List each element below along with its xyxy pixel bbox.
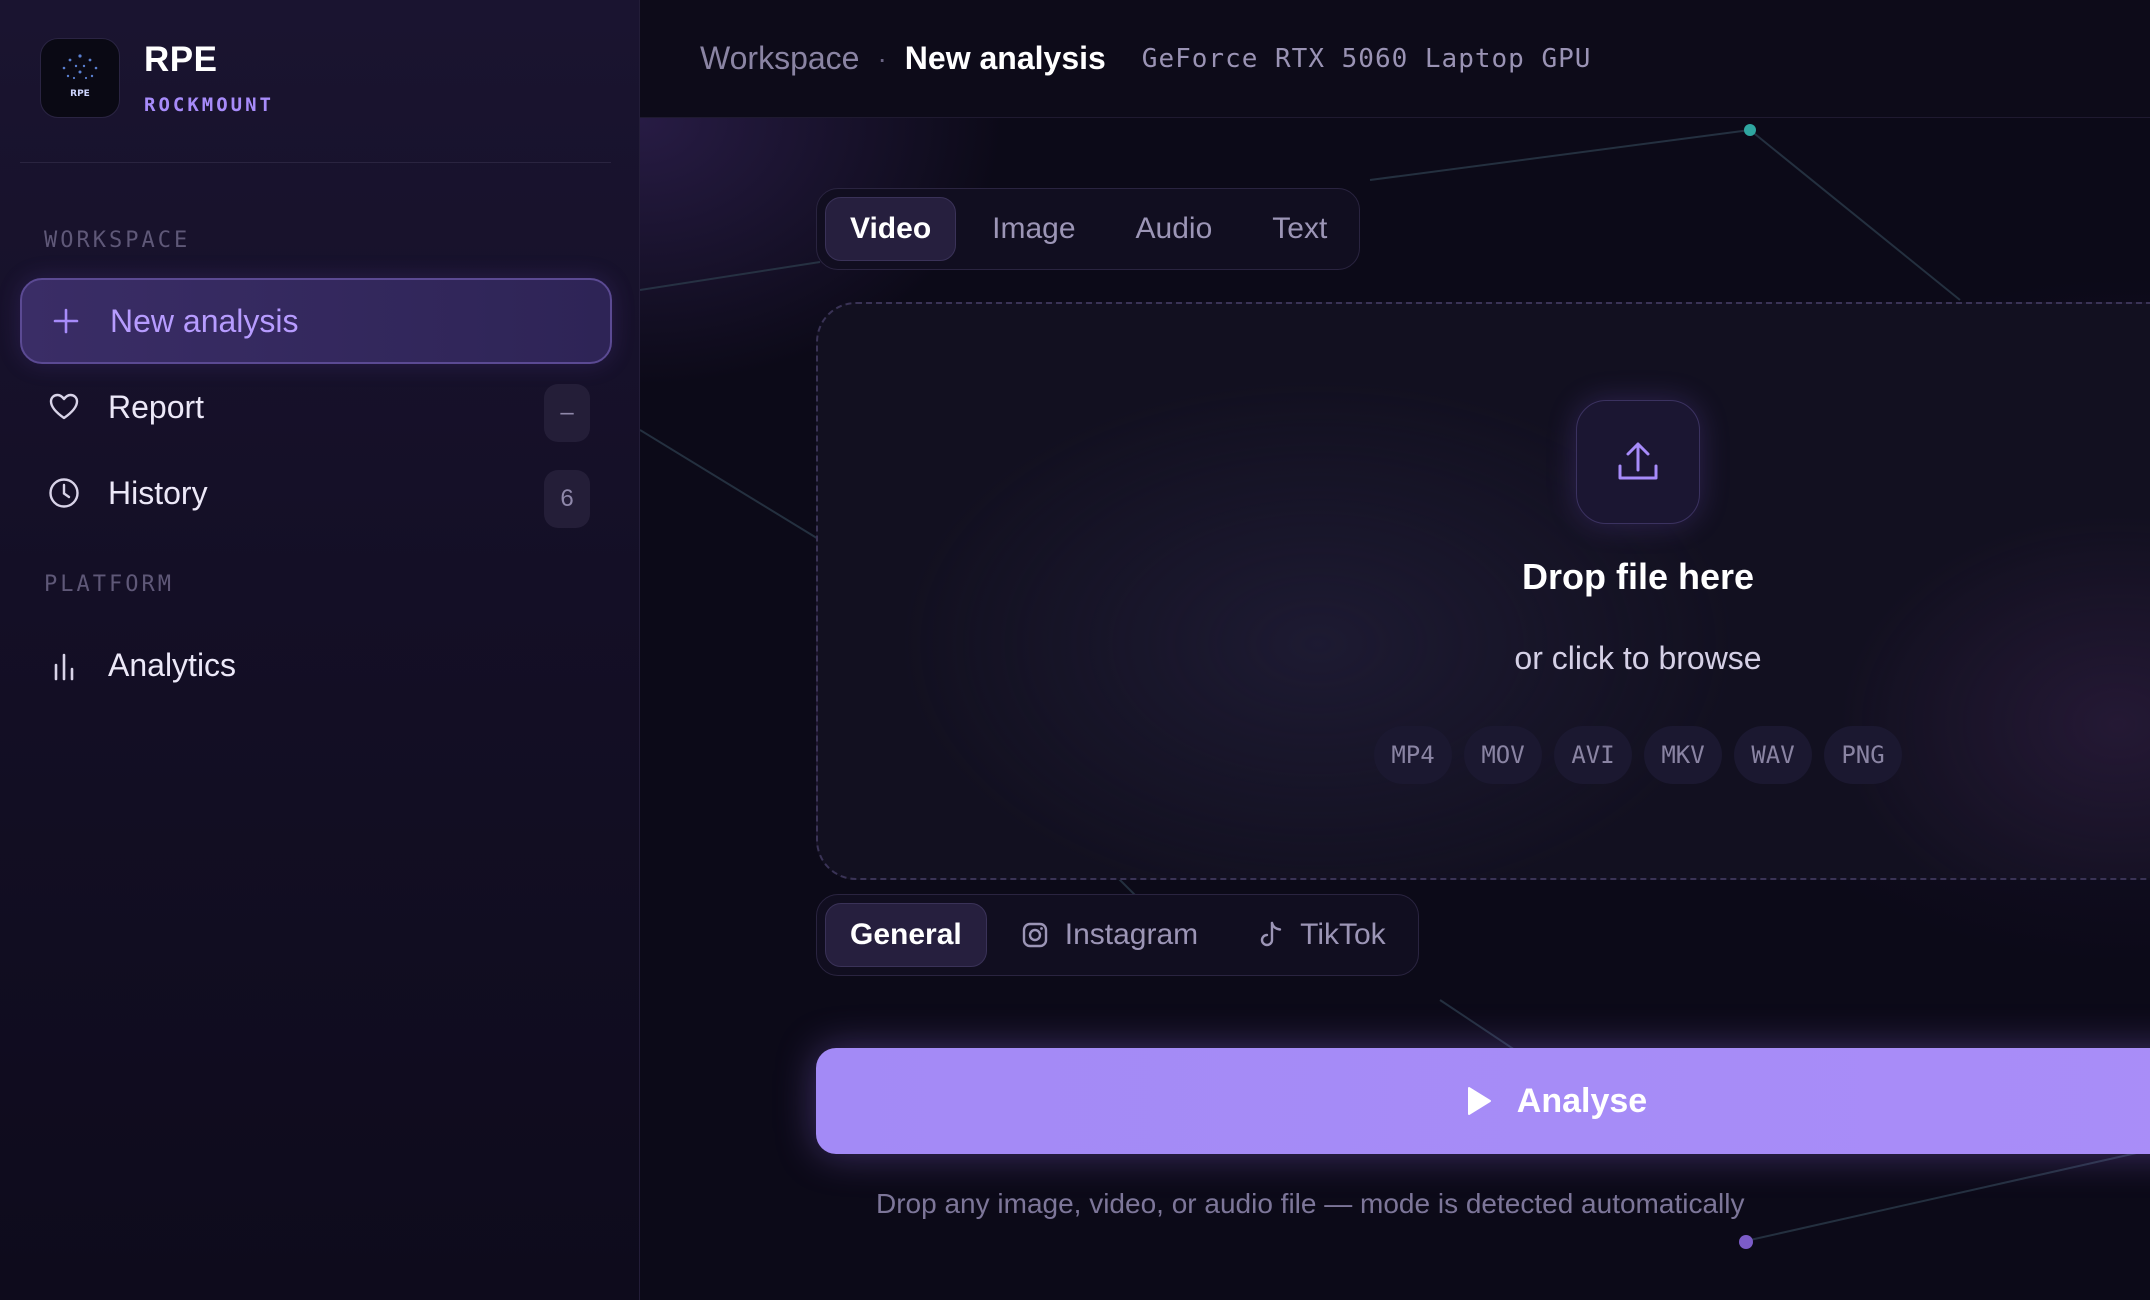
gpu-label: GeForce RTX 5060 Laptop GPU [1141, 43, 1592, 74]
format-badge: PNG [1824, 726, 1902, 784]
format-badge: MOV [1464, 726, 1542, 784]
platform-tabs: General Instagram TikTok [816, 894, 1419, 976]
sidebar-item-analytics[interactable]: Analytics [20, 622, 612, 708]
breadcrumb-workspace[interactable]: Workspace [700, 40, 859, 77]
dropzone-title: Drop file here [1521, 556, 1755, 597]
topbar: Workspace · New analysis GeForce RTX 506… [640, 0, 2150, 118]
tab-image[interactable]: Image [968, 197, 1099, 261]
hint-text: Drop any image, video, or audio file — m… [876, 1188, 1745, 1219]
sidebar-divider [20, 162, 611, 163]
upload-button[interactable] [1576, 400, 1700, 524]
instagram-icon [1021, 921, 1049, 949]
tab-instagram-label: Instagram [1064, 918, 1199, 951]
format-badge: WAV [1734, 726, 1812, 784]
format-badge: AVI [1554, 726, 1632, 784]
mode-tabs: Video Image Audio Text [816, 188, 1361, 270]
sidebar-item-history[interactable]: History 6 [20, 450, 612, 536]
history-badge: 6 [544, 470, 590, 528]
logo-text: RPE [70, 89, 90, 99]
tab-video[interactable]: Video [825, 197, 957, 261]
format-badge: MP4 [1374, 726, 1452, 784]
network-node [1739, 1235, 1753, 1249]
play-icon [1467, 1087, 1491, 1115]
format-list: MP4 MOV AVI MKV WAV PNG [818, 726, 2150, 784]
tab-general[interactable]: General [825, 903, 987, 967]
logo: RPE [40, 38, 120, 118]
heart-icon [46, 389, 82, 425]
sidebar: RPE RPE ROCKMOUNT WORKSPACE New analysis… [0, 0, 640, 1300]
tab-audio[interactable]: Audio [1112, 197, 1237, 261]
sidebar-item-label: Analytics [108, 646, 237, 683]
tab-tiktok[interactable]: TikTok [1232, 903, 1410, 967]
network-node [1744, 124, 1756, 136]
section-label-workspace: WORKSPACE [44, 228, 191, 253]
brand-subtitle: ROCKMOUNT [144, 94, 274, 116]
breadcrumb-separator: · [877, 42, 887, 74]
analyse-button[interactable]: Analyse [816, 1048, 2150, 1154]
section-label-platform: PLATFORM [44, 572, 174, 597]
sidebar-item-label: Report [108, 388, 205, 425]
upload-icon [1618, 442, 1658, 480]
sidebar-item-report[interactable]: Report – [20, 364, 612, 450]
brand-name: RPE [144, 40, 218, 79]
bar-chart-icon [46, 647, 82, 683]
clock-icon [46, 475, 82, 511]
sidebar-item-new-analysis[interactable]: New analysis [20, 278, 612, 364]
brand[interactable]: RPE RPE ROCKMOUNT [40, 38, 274, 118]
tab-tiktok-label: TikTok [1300, 918, 1386, 951]
tiktok-icon [1256, 920, 1284, 950]
analyse-button-label: Analyse [1516, 1081, 1648, 1120]
main-panel: Workspace · New analysis GeForce RTX 506… [640, 0, 2150, 1300]
sidebar-item-label: History [108, 474, 208, 511]
plus-icon [48, 303, 84, 339]
file-dropzone[interactable]: Drop file here or click to browse MP4 MO… [816, 302, 2150, 880]
app-window: RPE RPE ROCKMOUNT WORKSPACE New analysis… [0, 0, 2150, 1300]
format-badge: MKV [1644, 726, 1722, 784]
dropzone-subtitle[interactable]: or click to browse [818, 640, 2150, 677]
tab-instagram[interactable]: Instagram [997, 903, 1222, 967]
sidebar-item-label: New analysis [110, 302, 299, 339]
report-badge: – [544, 384, 590, 442]
tab-text[interactable]: Text [1248, 197, 1351, 261]
page-title: New analysis [904, 40, 1106, 76]
